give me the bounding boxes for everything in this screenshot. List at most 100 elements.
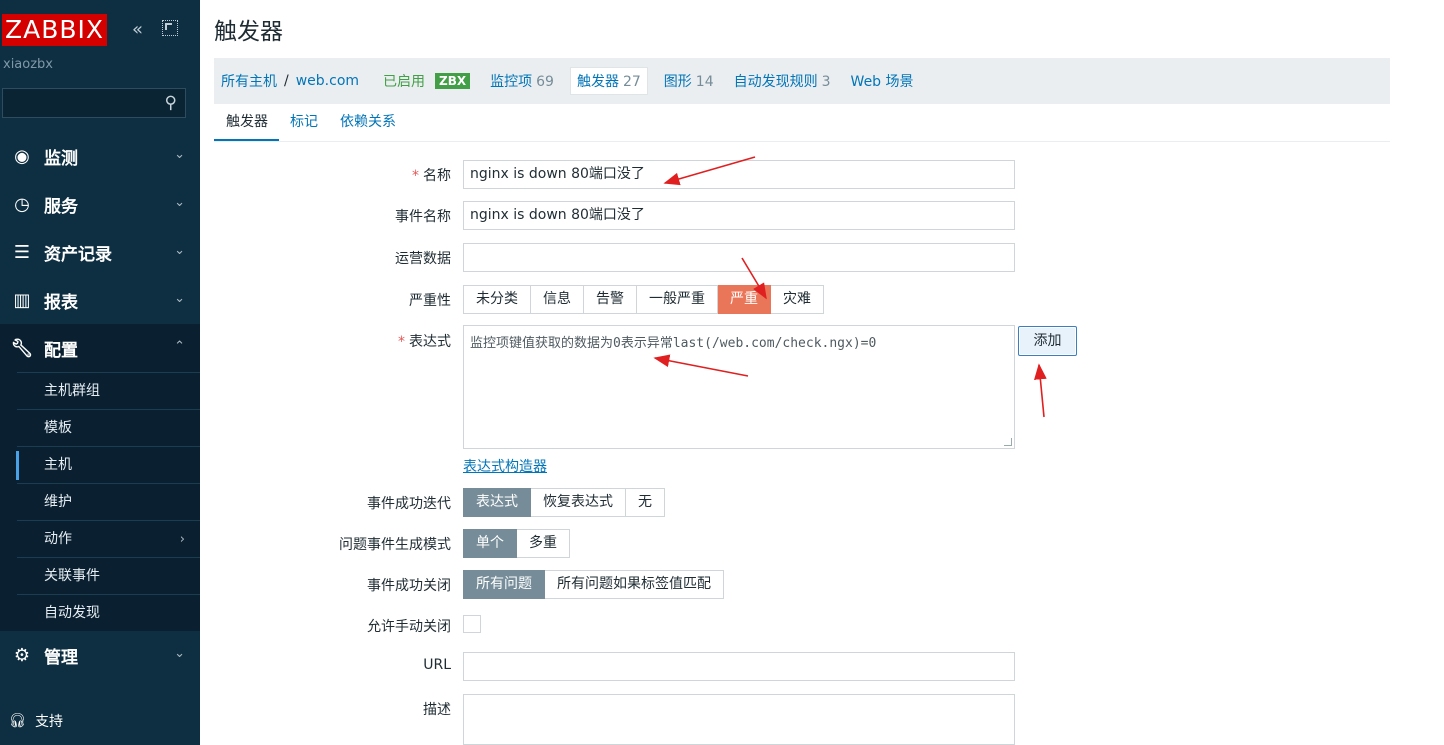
menu-item-label: 管理 bbox=[44, 647, 78, 668]
main-menu: ◉ 监测 ⌄ ◷ 服务 ⌄ ☰ 资产记录 ⌄ ▥ 报表 ⌄ 🔧︎ 配置 ⌃ 主机… bbox=[0, 132, 200, 679]
ok-close-all-problems[interactable]: 所有问题 bbox=[463, 570, 545, 599]
name-label: * 名称 bbox=[412, 165, 451, 185]
problem-mode-label: 问题事件生成模式 bbox=[339, 537, 451, 553]
menu-item-configuration[interactable]: 🔧︎ 配置 ⌃ bbox=[0, 324, 200, 372]
graphs-count: 14 bbox=[695, 74, 714, 90]
support-link[interactable]: 🎧︎ 支持 bbox=[0, 700, 63, 742]
support-label: 支持 bbox=[35, 714, 63, 730]
severity-high[interactable]: 严重 bbox=[718, 285, 771, 314]
chevron-down-icon: ⌄ bbox=[174, 291, 185, 306]
graphs-link[interactable]: 图形 14 bbox=[664, 71, 714, 91]
submenu-item-discovery[interactable]: 自动发现 bbox=[17, 594, 200, 631]
double-chevron-left-icon[interactable]: « bbox=[132, 19, 143, 40]
expression-label: * 表达式 bbox=[398, 331, 451, 351]
submenu-item-maintenance[interactable]: 维护 bbox=[17, 483, 200, 520]
discovery-count: 3 bbox=[821, 74, 831, 90]
submenu-item-hosts[interactable]: 主机 bbox=[16, 446, 200, 483]
zabbix-logo[interactable]: ZABBIX bbox=[2, 14, 108, 46]
configuration-submenu: 主机群组 模板 主机 维护 动作 › 关联事件 自动发现 bbox=[0, 372, 200, 631]
ok-close-label: 事件成功关闭 bbox=[367, 578, 451, 594]
items-count: 69 bbox=[536, 74, 554, 90]
chevron-down-icon: ⌄ bbox=[174, 646, 185, 661]
chevron-down-icon: ⌄ bbox=[174, 243, 185, 258]
manual-close-checkbox[interactable] bbox=[463, 615, 481, 633]
breadcrumb-separator: / bbox=[284, 73, 289, 89]
ok-close-tag-match[interactable]: 所有问题如果标签值匹配 bbox=[545, 570, 724, 599]
expression-text: 监控项键值获取的数据为0表示异常last(/web.com/check.ngx)… bbox=[470, 336, 877, 351]
add-expression-button[interactable]: 添加 bbox=[1018, 326, 1077, 356]
wrench-icon: 🔧︎ bbox=[10, 337, 34, 359]
chevron-right-icon: › bbox=[179, 532, 185, 547]
menu-item-administration[interactable]: ⚙ 管理 ⌄ bbox=[0, 631, 200, 679]
host-status-enabled[interactable]: 已启用 bbox=[383, 71, 425, 91]
all-hosts-link[interactable]: 所有主机 bbox=[221, 71, 277, 91]
name-input[interactable]: nginx is down 80端口没了 bbox=[463, 160, 1015, 189]
menu-item-monitoring[interactable]: ◉ 监测 ⌄ bbox=[0, 132, 200, 180]
ok-event-label: 事件成功迭代 bbox=[367, 496, 451, 512]
resize-grip-icon[interactable] bbox=[1004, 438, 1012, 446]
name-label-text: 名称 bbox=[423, 168, 451, 184]
submenu-item-templates[interactable]: 模板 bbox=[17, 409, 200, 446]
graphs-label: 图形 bbox=[663, 74, 692, 90]
severity-warning[interactable]: 告警 bbox=[584, 285, 637, 314]
annotation-arrow-add-button bbox=[1034, 363, 1047, 418]
problem-mode-selector: 单个 多重 bbox=[463, 529, 570, 558]
kiosk-mode-icon[interactable] bbox=[162, 20, 178, 36]
menu-item-label: 监测 bbox=[44, 148, 78, 169]
search-icon[interactable]: ⚲ bbox=[165, 93, 177, 113]
host-link[interactable]: web.com bbox=[296, 73, 359, 89]
sidebar: ZABBIX « xiaozbx ⚲ ◉ 监测 ⌄ ◷ 服务 ⌄ ☰ 资产记录 … bbox=[0, 0, 200, 745]
ok-event-recovery-expression[interactable]: 恢复表达式 bbox=[531, 488, 626, 517]
discovery-label: 自动发现规则 bbox=[733, 74, 818, 90]
discovery-rules-link[interactable]: 自动发现规则 3 bbox=[734, 71, 831, 91]
severity-average[interactable]: 一般严重 bbox=[637, 285, 718, 314]
tab-dependencies[interactable]: 依赖关系 bbox=[329, 104, 407, 141]
search-input[interactable]: ⚲ bbox=[2, 88, 186, 118]
required-asterisk: * bbox=[398, 334, 405, 350]
menu-item-label: 配置 bbox=[44, 340, 78, 361]
web-scenarios-link[interactable]: Web 场景 bbox=[851, 71, 914, 91]
url-label: URL bbox=[423, 657, 451, 673]
tab-tags[interactable]: 标记 bbox=[279, 104, 329, 141]
eye-icon: ◉ bbox=[14, 145, 30, 167]
url-input[interactable] bbox=[463, 652, 1015, 681]
submenu-item-event-correlation[interactable]: 关联事件 bbox=[17, 557, 200, 594]
server-name: xiaozbx bbox=[3, 57, 53, 72]
host-navigation: 所有主机 / web.com 已启用 ZBX 监控项 69 触发器 27 图形 14 … bbox=[214, 58, 1390, 104]
severity-disaster[interactable]: 灾难 bbox=[771, 285, 824, 314]
description-textarea[interactable] bbox=[463, 694, 1015, 745]
page-title: 触发器 bbox=[214, 19, 283, 45]
menu-item-services[interactable]: ◷ 服务 ⌄ bbox=[0, 180, 200, 228]
headset-icon: 🎧︎ bbox=[8, 713, 27, 729]
severity-not-classified[interactable]: 未分类 bbox=[463, 285, 531, 314]
severity-information[interactable]: 信息 bbox=[531, 285, 584, 314]
expression-label-text: 表达式 bbox=[409, 334, 451, 350]
chevron-up-icon: ⌃ bbox=[174, 339, 185, 354]
required-asterisk: * bbox=[412, 168, 419, 184]
items-label: 监控项 bbox=[490, 74, 533, 90]
description-label: 描述 bbox=[423, 702, 451, 718]
opdata-input[interactable] bbox=[463, 243, 1015, 272]
ok-event-expression[interactable]: 表达式 bbox=[463, 488, 531, 517]
ok-close-selector: 所有问题 所有问题如果标签值匹配 bbox=[463, 570, 724, 599]
menu-item-inventory[interactable]: ☰ 资产记录 ⌄ bbox=[0, 228, 200, 276]
items-link[interactable]: 监控项 69 bbox=[490, 71, 554, 91]
problem-mode-single[interactable]: 单个 bbox=[463, 529, 517, 558]
event-name-input[interactable]: nginx is down 80端口没了 bbox=[463, 201, 1015, 230]
logo-row: ZABBIX « bbox=[0, 0, 200, 50]
zbx-availability-badge: ZBX bbox=[435, 73, 471, 89]
gear-icon: ⚙ bbox=[13, 644, 31, 666]
clock-icon: ◷ bbox=[14, 193, 30, 215]
triggers-label: 触发器 bbox=[576, 74, 619, 90]
problem-mode-multiple[interactable]: 多重 bbox=[517, 529, 570, 558]
ok-event-none[interactable]: 无 bbox=[626, 488, 665, 517]
menu-item-label: 资产记录 bbox=[44, 244, 112, 265]
submenu-item-actions[interactable]: 动作 › bbox=[17, 520, 200, 557]
submenu-item-host-groups[interactable]: 主机群组 bbox=[17, 372, 200, 409]
triggers-link[interactable]: 触发器 27 bbox=[569, 67, 648, 95]
menu-item-reports[interactable]: ▥ 报表 ⌄ bbox=[0, 276, 200, 324]
chevron-down-icon: ⌄ bbox=[174, 147, 185, 162]
expression-textarea[interactable]: 监控项键值获取的数据为0表示异常last(/web.com/check.ngx)… bbox=[463, 325, 1015, 449]
tab-trigger[interactable]: 触发器 bbox=[214, 104, 279, 141]
expression-constructor-link[interactable]: 表达式构造器 bbox=[463, 456, 547, 476]
